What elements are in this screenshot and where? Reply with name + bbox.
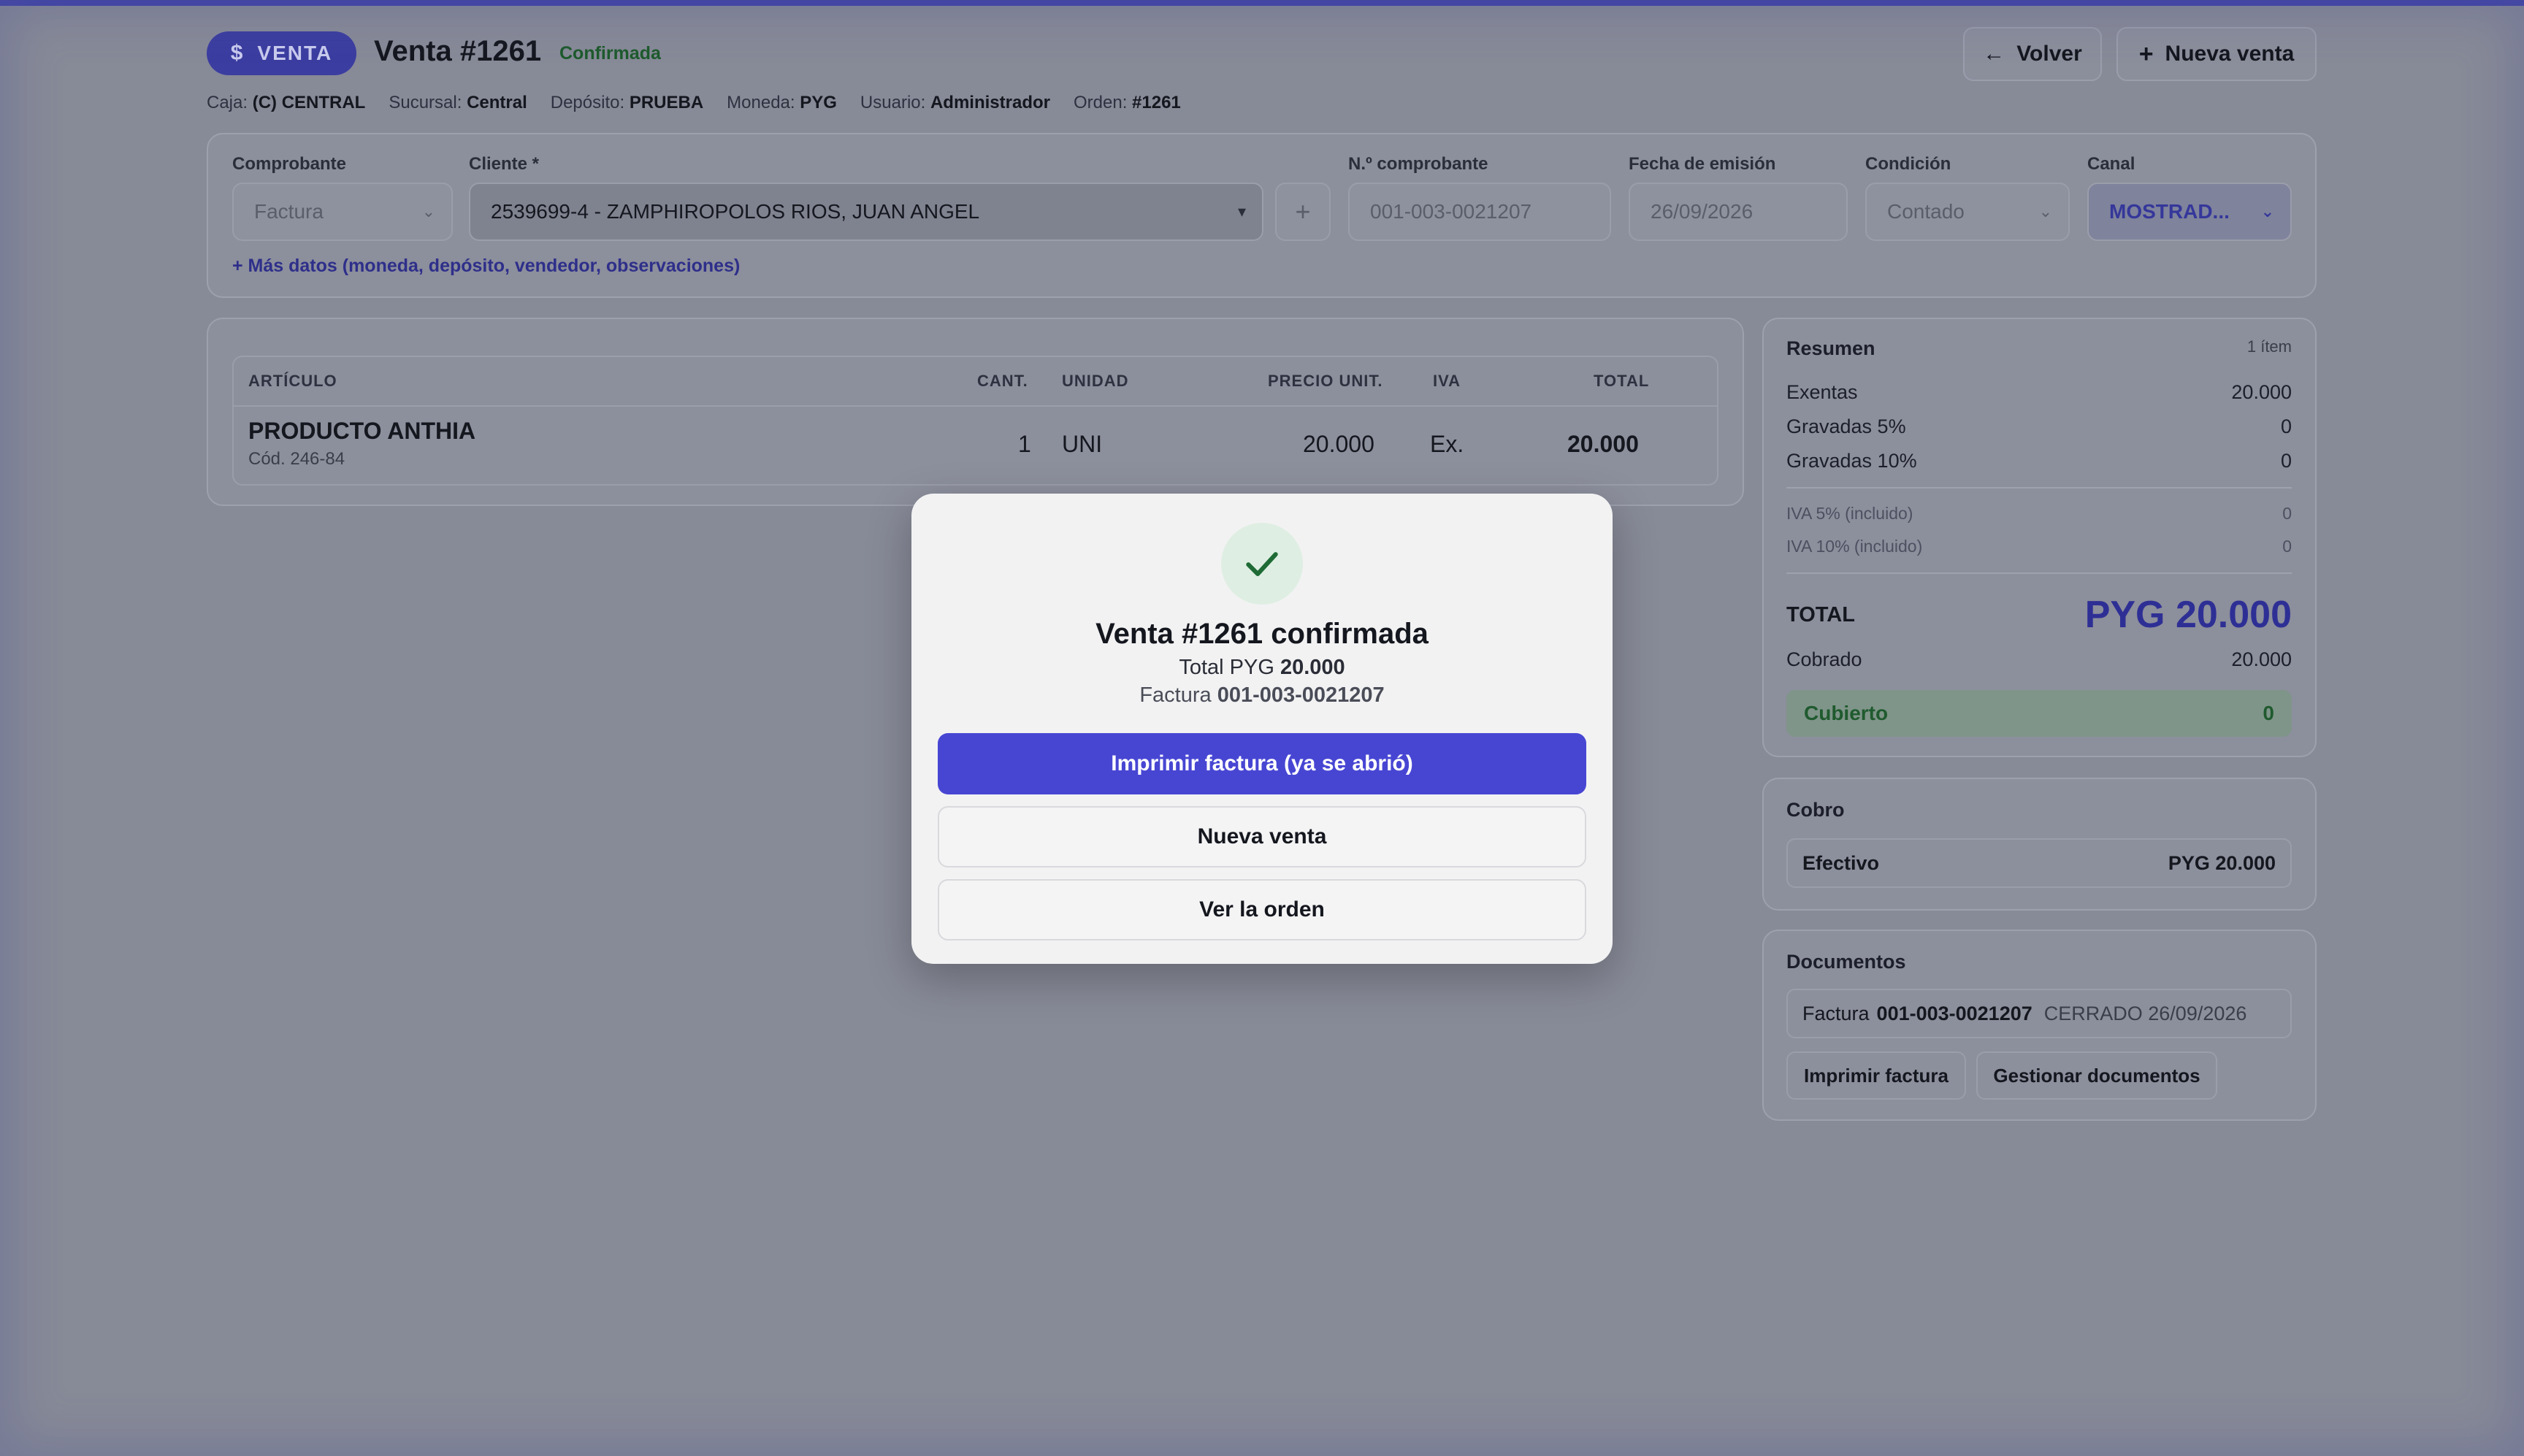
numero-value: 001-003-0021207: [1370, 200, 1532, 223]
comprobante-label: Comprobante: [232, 154, 346, 174]
new-sale-modal-button[interactable]: Nueva venta: [938, 806, 1586, 867]
item-unit: UNI: [1062, 431, 1103, 457]
add-client-button[interactable]: +: [1275, 183, 1331, 241]
summary-header: Resumen 1 ítem: [1786, 337, 2292, 360]
comprobante-select[interactable]: Factura ⌄: [232, 183, 453, 241]
new-sale-button[interactable]: + Nueva venta: [2116, 27, 2317, 81]
fecha-input[interactable]: 26/09/2026: [1629, 183, 1848, 241]
meta-sucursal: Sucursal: Central: [389, 93, 527, 112]
manage-documents-button[interactable]: Gestionar documentos: [1976, 1051, 2217, 1100]
payment-amount: PYG 20.000: [2168, 851, 2276, 874]
chevron-down-icon: ⌄: [421, 202, 435, 221]
cliente-value: 2539699-4 - ZAMPHIROPOLOS RIOS, JUAN ANG…: [491, 200, 980, 223]
fecha-value: 26/09/2026: [1651, 200, 1754, 223]
print-invoice-button[interactable]: Imprimir factura: [1786, 1051, 1966, 1100]
check-icon: [1221, 523, 1303, 605]
meta-orden: Orden: #1261: [1073, 93, 1181, 112]
new-sale-button-label: Nueva venta: [2165, 42, 2295, 66]
back-button-label: Volver: [2016, 42, 2082, 66]
summary-cobrado: Cobrado 20.000: [1786, 648, 2292, 670]
condicion-select[interactable]: Contado ⌄: [1865, 183, 2070, 241]
col-articulo: ARTÍCULO: [248, 372, 337, 390]
modal-total: Total PYG 20.000: [1179, 656, 1345, 679]
item-qty: 1: [1018, 431, 1031, 457]
table-header-divider: [234, 405, 1717, 407]
meta-caja: Caja: (C) CENTRAL: [207, 93, 366, 112]
condicion-value: Contado: [1887, 200, 1965, 223]
print-invoice-modal-button[interactable]: Imprimir factura (ya se abrió): [938, 733, 1586, 794]
venta-pill-label: VENTA: [257, 42, 333, 64]
summary-iva-5: IVA 5% (incluido) 0: [1786, 504, 2292, 523]
meta-moneda: Moneda: PYG: [727, 93, 837, 112]
canal-label: Canal: [2087, 154, 2135, 174]
summary-title: Resumen: [1786, 337, 1875, 359]
confirmation-modal: Venta #1261 confirmada Total PYG 20.000 …: [911, 494, 1613, 964]
summary-divider: [1786, 572, 2292, 574]
doc-status: CERRADO 26/09/2026: [2043, 1002, 2247, 1024]
chevron-down-icon: ⌄: [2038, 202, 2052, 221]
document-row[interactable]: Factura 001-003-0021207 CERRADO 26/09/20…: [1786, 989, 2292, 1038]
dollar-icon: $: [230, 41, 243, 65]
summary-gravadas-10: Gravadas 10% 0: [1786, 450, 2292, 472]
cubierto-row: Cubierto 0: [1786, 690, 2292, 737]
numero-input[interactable]: 001-003-0021207: [1348, 183, 1611, 241]
caret-down-icon: ▾: [1237, 202, 1246, 221]
modal-title: Venta #1261 confirmada: [1095, 618, 1429, 650]
arrow-left-icon: ←: [1983, 42, 2005, 66]
cliente-select[interactable]: 2539699-4 - ZAMPHIROPOLOS RIOS, JUAN ANG…: [469, 183, 1263, 241]
meta-bar: Caja: (C) CENTRAL Sucursal: Central Depó…: [207, 93, 1181, 113]
doc-type: Factura: [1802, 1002, 1870, 1024]
items-count: 1 ítem: [2246, 337, 2292, 356]
numero-label: N.º comprobante: [1348, 154, 1488, 174]
item-code: Cód. 246-84: [248, 449, 345, 469]
status-badge: Confirmada: [559, 43, 661, 64]
col-unidad: UNIDAD: [1062, 372, 1129, 390]
chevron-down-icon: ⌄: [2260, 202, 2274, 221]
view-order-button[interactable]: Ver la orden: [938, 879, 1586, 940]
plus-icon: +: [1295, 196, 1311, 226]
comprobante-value: Factura: [254, 200, 324, 223]
back-button[interactable]: ← Volver: [1963, 27, 2102, 81]
payment-method: Efectivo: [1802, 851, 1880, 874]
item-name: PRODUCTO ANTHIA: [248, 418, 476, 444]
summary-gravadas-5: Gravadas 5% 0: [1786, 415, 2292, 437]
meta-deposito: Depósito: PRUEBA: [550, 93, 704, 112]
summary-divider: [1786, 487, 2292, 488]
col-cant: CANT.: [977, 372, 1028, 390]
summary-total: TOTAL PYG 20.000: [1786, 594, 2292, 636]
summary-exentas: Exentas 20.000: [1786, 381, 2292, 403]
plus-icon: +: [2138, 39, 2154, 68]
condicion-label: Condición: [1865, 154, 1951, 174]
fecha-label: Fecha de emisión: [1629, 154, 1776, 174]
cobro-title: Cobro: [1786, 799, 1845, 821]
item-price: 20.000: [1303, 431, 1374, 457]
cliente-label: Cliente *: [469, 154, 540, 174]
top-accent-bar: [0, 0, 2524, 6]
more-data-link[interactable]: + Más datos (moneda, depósito, vendedor,…: [232, 256, 740, 277]
summary-iva-10: IVA 10% (incluido) 0: [1786, 537, 2292, 556]
doc-number: 001-003-0021207: [1876, 1002, 2032, 1024]
canal-value: MOSTRAD...: [2109, 200, 2230, 223]
item-iva: Ex.: [1430, 431, 1464, 457]
venta-pill: $ VENTA: [207, 31, 356, 75]
documentos-title: Documentos: [1786, 951, 1906, 973]
col-iva: IVA: [1433, 372, 1461, 390]
modal-invoice: Factura 001-003-0021207: [1139, 683, 1385, 707]
payment-row: Efectivo PYG 20.000: [1786, 838, 2292, 888]
meta-usuario: Usuario: Administrador: [860, 93, 1050, 112]
col-precio: PRECIO UNIT.: [1268, 372, 1383, 390]
canal-select[interactable]: MOSTRAD... ⌄: [2087, 183, 2292, 241]
item-total: 20.000: [1567, 431, 1639, 457]
col-total: TOTAL: [1594, 372, 1650, 390]
page-title: Venta #1261: [374, 35, 542, 67]
